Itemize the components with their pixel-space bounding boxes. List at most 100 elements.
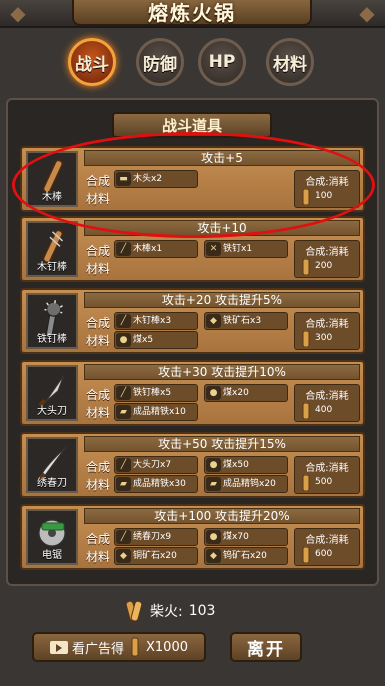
synth-label: 合成 xyxy=(86,460,111,474)
craft-cost-button[interactable]: 合成:消耗 300 xyxy=(294,312,360,350)
material-count: x20 xyxy=(250,551,267,561)
firewood-icon xyxy=(302,189,310,205)
material-label: 材料 xyxy=(86,192,111,206)
broad-blade-icon: ╱ xyxy=(116,458,131,472)
material-slot: ▰ 成品精铁x10 xyxy=(114,403,198,421)
firewood-icon xyxy=(125,600,143,622)
material-label: 材料 xyxy=(86,550,111,564)
cost-label: 合成:消耗 xyxy=(305,247,349,258)
material-slot: ● 煤x50 xyxy=(204,456,288,474)
material-slot: ◆ 铁矿石x3 xyxy=(204,312,288,330)
cost-label: 合成:消耗 xyxy=(305,463,349,474)
item-effect: 攻击+5 xyxy=(84,150,360,166)
synth-label: 合成 xyxy=(86,174,111,188)
cost-value: 200 xyxy=(315,261,333,271)
cost-value: 100 xyxy=(315,191,333,201)
material-count: x20 xyxy=(259,479,276,489)
material-slot: ● 煤x70 xyxy=(204,528,288,546)
cost-value: 600 xyxy=(315,549,333,559)
synth-label: 合成 xyxy=(86,388,111,402)
material-slot: ▬ 木头x2 xyxy=(114,170,198,188)
material-slot: ╱ 大头刀x7 xyxy=(114,456,198,474)
material-name: 钨矿石 xyxy=(223,551,251,561)
recipe-row-curved-sword[interactable]: 绣春刀 攻击+50 攻击提升15% 合成 材料 ╱ 大头刀x7 ● 煤x50 ▰… xyxy=(20,432,365,498)
material-count: x1 xyxy=(151,244,163,254)
item-icon-box: 木棒 xyxy=(26,151,78,207)
material-count: x5 xyxy=(142,335,154,345)
item-effect: 攻击+100 攻击提升20% xyxy=(84,508,360,524)
refined-iron-icon: ▰ xyxy=(116,405,131,419)
material-count: x3 xyxy=(160,316,172,326)
material-name: 木钉棒 xyxy=(133,316,161,326)
header-bar: ◆ ◆ 熔炼火锅 xyxy=(0,0,385,28)
material-name: 铜矿石 xyxy=(133,551,161,561)
spiked-club-icon: ╱ xyxy=(116,314,131,328)
item-name: 木棒 xyxy=(42,192,62,203)
refined-iron-icon: ▰ xyxy=(116,477,131,491)
material-slot: ✕ 铁钉x1 xyxy=(204,240,288,258)
corner-ornament-right: ◆ xyxy=(359,1,375,25)
material-name: 木头 xyxy=(133,174,152,184)
material-name: 铁矿石 xyxy=(223,316,251,326)
material-slot: ╱ 木钉棒x3 xyxy=(114,312,198,330)
craft-cost-button[interactable]: 合成:消耗 500 xyxy=(294,456,360,494)
material-name: 煤 xyxy=(223,388,233,398)
coal-icon: ● xyxy=(116,333,131,347)
craft-cost-button[interactable]: 合成:消耗 400 xyxy=(294,384,360,422)
craft-cost-button[interactable]: 合成:消耗 600 xyxy=(294,528,360,566)
item-name: 绣春刀 xyxy=(37,478,67,489)
material-count: x10 xyxy=(169,407,186,417)
watch-ad-button[interactable]: 看广告得 X1000 xyxy=(32,632,206,662)
cost-value: 500 xyxy=(315,477,333,487)
recipe-row-wooden-stick[interactable]: 木棒 攻击+5 合成 材料 ▬ 木头x2 合成:消耗 100 xyxy=(20,146,365,212)
item-icon-box: 电锯 xyxy=(26,509,78,565)
material-slot: ╱ 木棒x1 xyxy=(114,240,198,258)
firewood-icon xyxy=(302,331,310,347)
firewood-value: 103 xyxy=(188,603,216,619)
recipe-row-spiked-club[interactable]: 木钉棒 攻击+10 合成 材料 ╱ 木棒x1 ✕ 铁钉x1 合成:消耗 200 xyxy=(20,216,365,282)
firewood-icon xyxy=(302,475,310,491)
material-count: x20 xyxy=(232,388,249,398)
material-name: 成品精钨 xyxy=(223,479,260,489)
recipe-row-broad-blade[interactable]: 大头刀 攻击+30 攻击提升10% 合成 材料 ╱ 铁钉棒x5 ● 煤x20 ▰… xyxy=(20,360,365,426)
material-name: 成品精铁 xyxy=(133,407,170,417)
iron-spiked-club-icon: ╱ xyxy=(116,386,131,400)
recipe-row-iron-spiked-club[interactable]: 铁钉棒 攻击+20 攻击提升5% 合成 材料 ╱ 木钉棒x3 ◆ 铁矿石x3 ●… xyxy=(20,288,365,354)
nail-icon: ✕ xyxy=(206,242,221,256)
material-name: 成品精铁 xyxy=(133,479,170,489)
material-name: 木棒 xyxy=(133,244,152,254)
material-name: 铁钉 xyxy=(223,244,242,254)
iron-ore-icon: ◆ xyxy=(206,314,221,328)
wooden-stick-icon: ╱ xyxy=(116,242,131,256)
ad-reward: X1000 xyxy=(146,639,188,655)
tab-battle[interactable]: 战斗 xyxy=(68,38,116,86)
page-title: 熔炼火锅 xyxy=(148,0,236,25)
craft-cost-button[interactable]: 合成:消耗 100 xyxy=(294,170,360,208)
item-name: 木钉棒 xyxy=(37,262,67,273)
item-name: 铁钉棒 xyxy=(37,334,67,345)
tungsten-ore-icon: ◆ xyxy=(206,549,221,563)
material-name: 煤 xyxy=(223,532,233,542)
craft-cost-button[interactable]: 合成:消耗 200 xyxy=(294,240,360,278)
material-count: x3 xyxy=(250,316,262,326)
cost-label: 合成:消耗 xyxy=(305,319,349,330)
material-count: x50 xyxy=(232,460,249,470)
material-count: x70 xyxy=(232,532,249,542)
material-count: x2 xyxy=(151,174,163,184)
material-name: 铁钉棒 xyxy=(133,388,161,398)
material-name: 煤 xyxy=(133,335,143,345)
synth-label: 合成 xyxy=(86,532,111,546)
firewood-label: 柴火: xyxy=(150,604,183,620)
tab-materials[interactable]: 材料 xyxy=(266,38,314,86)
material-count: x7 xyxy=(160,460,172,470)
leave-button[interactable]: 离开 xyxy=(230,632,302,662)
tab-hp[interactable]: HP xyxy=(198,38,246,86)
recipe-row-chainsaw[interactable]: 电锯 攻击+100 攻击提升20% 合成 材料 ╱ 绣春刀x9 ● 煤x70 ◆… xyxy=(20,504,365,570)
material-label: 材料 xyxy=(86,406,111,420)
material-label: 材料 xyxy=(86,334,111,348)
item-icon-box: 铁钉棒 xyxy=(26,293,78,349)
refined-tungsten-icon: ▰ xyxy=(206,477,221,491)
tab-defense[interactable]: 防御 xyxy=(136,38,184,86)
item-effect: 攻击+50 攻击提升15% xyxy=(84,436,360,452)
firewood-icon xyxy=(131,637,139,657)
